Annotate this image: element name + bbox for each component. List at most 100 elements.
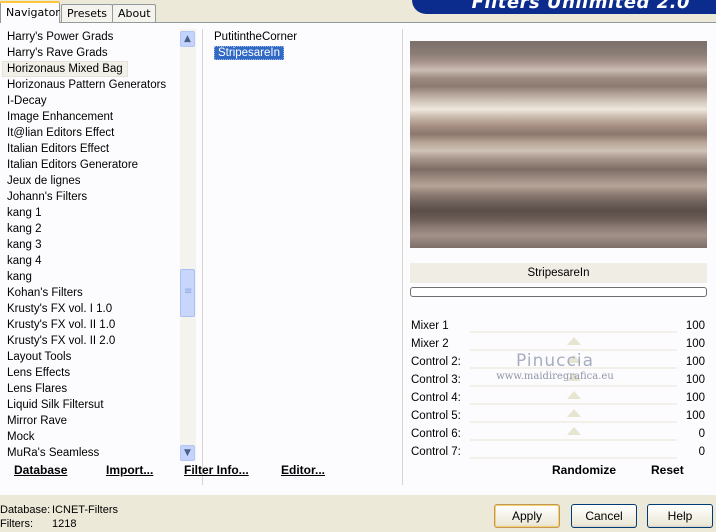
category-item-label: kang (7, 271, 32, 283)
category-item[interactable]: kang 4 (0, 253, 180, 269)
control-slider-row[interactable]: Mixer 2 100 (410, 335, 707, 363)
control-slider-row[interactable]: Control 3: 100 (410, 371, 707, 399)
reset-button[interactable]: Reset (651, 463, 684, 477)
category-item-label: It@lian Editors Effect (7, 127, 115, 139)
slider-track[interactable] (470, 457, 677, 459)
control-label: Control 4: (411, 392, 461, 404)
database-info-value: ICNET-Filters (52, 504, 118, 516)
app-title: Filters Unlimited 2.0 (471, 0, 690, 13)
scroll-up-button[interactable]: ▲ (180, 31, 195, 47)
category-item[interactable]: Krusty's FX vol. I 1.0 (0, 301, 180, 317)
control-value: 100 (685, 410, 705, 422)
category-item-label: Horizonaus Mixed Bag (2, 61, 128, 77)
category-item[interactable]: Horizonaus Mixed Bag (0, 61, 180, 77)
category-item[interactable]: Lens Effects (0, 365, 180, 381)
slider-track[interactable] (470, 421, 677, 435)
control-slider-row[interactable]: Control 4: 100 (410, 389, 707, 417)
tab-presets[interactable]: Presets (61, 4, 113, 22)
cancel-button[interactable]: Cancel (571, 504, 637, 528)
scroll-down-button[interactable]: ▼ (180, 445, 195, 461)
category-item[interactable]: Layout Tools (0, 349, 180, 365)
filter-info-button[interactable]: Filter Info... (184, 463, 249, 477)
category-item[interactable]: Krusty's FX vol. II 2.0 (0, 333, 180, 349)
category-item-label: Mirror Rave (7, 415, 68, 427)
tab-about[interactable]: About (112, 4, 156, 22)
category-item-label: Krusty's FX vol. II 2.0 (7, 335, 116, 347)
category-item[interactable]: Horizonaus Pattern Generators (0, 77, 180, 93)
category-item-label: Mock (7, 431, 35, 443)
category-item[interactable]: Jeux de lignes (0, 173, 180, 189)
import-label: Import... (106, 463, 154, 477)
category-item-label: kang 3 (7, 239, 42, 251)
apply-button[interactable]: Apply (494, 504, 560, 528)
control-slider-row[interactable]: Control 2: 100 (410, 353, 707, 381)
category-item[interactable]: Lens Flares (0, 381, 180, 397)
category-item[interactable]: Mock (0, 429, 180, 445)
control-label: Mixer 1 (411, 320, 449, 332)
slider-track[interactable] (470, 349, 677, 363)
category-item-label: Lens Effects (7, 367, 71, 379)
divider (202, 29, 203, 485)
category-item[interactable]: kang (0, 269, 180, 285)
category-item-label: kang 4 (7, 255, 42, 267)
control-slider-row[interactable]: Control 6: 0 (410, 425, 707, 443)
control-slider-row[interactable]: Control 5: 100 (410, 407, 707, 435)
slider-track[interactable] (470, 385, 677, 399)
category-item[interactable]: Kohan's Filters (0, 285, 180, 301)
category-item[interactable]: Harry's Power Grads (0, 29, 180, 45)
category-item-label: Image Enhancement (7, 111, 114, 123)
tab-navigator[interactable]: Navigator (0, 1, 60, 23)
control-slider-row[interactable]: Mixer 1 100 (410, 317, 707, 345)
category-item-label: Johann's Filters (7, 191, 88, 203)
category-item[interactable]: Image Enhancement (0, 109, 180, 125)
category-item-label: MuRa's Seamless (7, 447, 100, 459)
slider-track[interactable] (470, 367, 677, 381)
control-label: Control 7: (411, 446, 461, 458)
slider-track[interactable] (470, 439, 677, 441)
control-value: 0 (698, 446, 705, 458)
category-list[interactable]: Harry's Power Grads Harry's Rave Grads Hor… (0, 29, 180, 483)
control-value: 100 (685, 320, 705, 332)
filter-item-label: StripesareIn (214, 46, 285, 60)
filter-item[interactable]: PutitintheCorner (206, 29, 396, 45)
filter-list[interactable]: PutitintheCorner StripesareIn (206, 29, 396, 61)
category-item-label: Layout Tools (7, 351, 72, 363)
category-scrollbar[interactable]: ▲ ▼ (180, 29, 196, 461)
category-item[interactable]: kang 2 (0, 221, 180, 237)
control-slider-row[interactable]: Control 7: 0 (410, 443, 707, 461)
category-item[interactable]: I-Decay (0, 93, 180, 109)
category-item[interactable]: It@lian Editors Effect (0, 125, 180, 141)
category-item[interactable]: Italian Editors Effect (0, 141, 180, 157)
filter-item[interactable]: StripesareIn (206, 45, 396, 61)
category-item-label: kang 1 (7, 207, 42, 219)
category-item-label: Harry's Power Grads (7, 31, 114, 43)
category-item[interactable]: Liquid Silk Filtersut (0, 397, 180, 413)
filters-info-value: 1218 (52, 518, 77, 530)
category-item[interactable]: kang 1 (0, 205, 180, 221)
category-item[interactable]: MuRa's Seamless (0, 445, 180, 461)
preview-filter-name: StripesareIn (410, 263, 707, 283)
category-item[interactable]: kang 3 (0, 237, 180, 253)
category-item[interactable]: Mirror Rave (0, 413, 180, 429)
editor-button[interactable]: Editor... (281, 463, 325, 477)
divider (402, 29, 403, 485)
control-label: Control 5: (411, 410, 461, 422)
slider-track[interactable] (470, 403, 677, 417)
app-banner: Filters Unlimited 2.0 (412, 0, 716, 14)
preview-image (410, 41, 707, 248)
controls-panel: Mixer 1 100 Mixer 2 100 Control 2: 100 Control… (410, 317, 707, 461)
control-value: 100 (685, 356, 705, 368)
category-item[interactable]: Harry's Rave Grads (0, 45, 180, 61)
filter-info-label: Filter Info... (184, 463, 249, 477)
control-label: Control 6: (411, 428, 461, 440)
category-item[interactable]: Johann's Filters (0, 189, 180, 205)
database-button[interactable]: Database (14, 463, 67, 477)
category-item[interactable]: Italian Editors Generatore (0, 157, 180, 173)
import-button[interactable]: Import... (106, 463, 153, 477)
slider-track[interactable] (470, 331, 677, 345)
filters-info-label: Filters: (0, 518, 33, 530)
scroll-thumb[interactable] (180, 269, 195, 317)
help-button[interactable]: Help (647, 504, 713, 528)
category-item[interactable]: Krusty's FX vol. II 1.0 (0, 317, 180, 333)
randomize-button[interactable]: Randomize (552, 463, 616, 477)
